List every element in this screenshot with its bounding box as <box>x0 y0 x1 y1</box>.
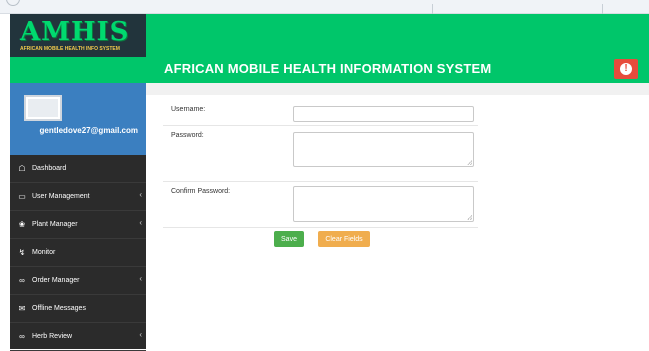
password-label: Password: <box>171 132 204 139</box>
sidebar: ☖ Dashboard ▭ User Management ‹ ❀ Plant … <box>10 155 146 351</box>
confirm-password-field[interactable] <box>293 186 474 222</box>
page-title: AFRICAN MOBILE HEALTH INFORMATION SYSTEM <box>164 61 492 76</box>
avatar[interactable] <box>24 95 62 121</box>
sidebar-item-label: Monitor <box>32 249 56 256</box>
sidebar-item-offline-messages[interactable]: ✉ Offline Messages <box>10 295 146 323</box>
alert-button[interactable]: ! <box>614 59 638 79</box>
bolt-icon: ↯ <box>18 248 26 257</box>
sidebar-item-monitor[interactable]: ↯ Monitor <box>10 239 146 267</box>
password-row: Password: <box>163 126 478 182</box>
sidebar-item-label: Herb Review <box>32 333 73 340</box>
save-button[interactable]: Save <box>274 231 304 247</box>
browser-tab-edge <box>6 0 20 6</box>
username-field[interactable] <box>293 106 474 122</box>
sidebar-item-plant-manager[interactable]: ❀ Plant Manager ‹ <box>10 211 146 239</box>
clear-fields-button[interactable]: Clear Fields <box>318 231 370 247</box>
user-profile-panel: gentledove27@gmail.com <box>10 83 146 155</box>
browser-top-strip <box>0 0 649 14</box>
chevron-left-icon: ‹ <box>139 190 142 199</box>
sidebar-item-herb-review[interactable]: ∞ Herb Review ‹ <box>10 323 146 351</box>
plant-icon: ❀ <box>18 220 26 229</box>
username-label: Username: <box>171 106 206 113</box>
bicycle-icon: ∞ <box>19 332 25 341</box>
username-row: Username: <box>163 100 478 126</box>
logo-tagline: AFRICAN MOBILE HEALTH INFO SYSTEM <box>20 46 120 52</box>
sidebar-item-order-manager[interactable]: ∞ Order Manager ‹ <box>10 267 146 295</box>
browser-divider <box>432 4 433 14</box>
content-header-bar <box>146 83 649 95</box>
chevron-left-icon: ‹ <box>139 218 142 227</box>
confirm-password-label: Confirm Password: <box>171 188 231 195</box>
envelope-icon: ✉ <box>18 304 26 313</box>
logo-text[interactable]: AMHIS <box>20 17 129 47</box>
sidebar-item-user-management[interactable]: ▭ User Management ‹ <box>10 183 146 211</box>
resize-handle[interactable] <box>467 160 472 165</box>
user-email: gentledove27@gmail.com <box>39 126 139 135</box>
sidebar-item-label: Offline Messages <box>32 305 86 312</box>
exclamation-circle-icon: ! <box>620 63 632 75</box>
chevron-left-icon: ‹ <box>139 330 142 339</box>
confirm-password-row: Confirm Password: <box>163 182 478 228</box>
desktop-icon: ▭ <box>18 192 26 201</box>
password-field[interactable] <box>293 132 474 167</box>
sidebar-item-label: Dashboard <box>32 165 67 172</box>
sidebar-item-label: Order Manager <box>32 277 80 284</box>
sidebar-item-label: User Management <box>32 193 90 200</box>
bicycle-icon: ∞ <box>19 276 25 285</box>
resize-handle[interactable] <box>467 215 472 220</box>
dashboard-icon: ☖ <box>18 164 26 173</box>
browser-divider <box>602 4 603 14</box>
sidebar-item-dashboard[interactable]: ☖ Dashboard <box>10 155 146 183</box>
chevron-left-icon: ‹ <box>139 274 142 283</box>
sidebar-item-label: Plant Manager <box>32 221 78 228</box>
